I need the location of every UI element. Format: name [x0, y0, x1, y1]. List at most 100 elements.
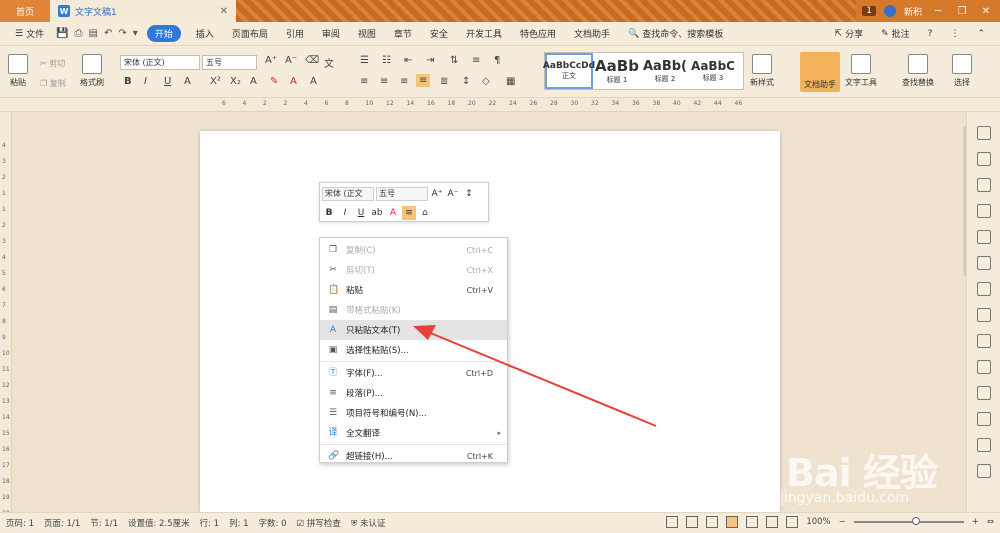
image-icon[interactable]: [977, 308, 991, 322]
tab-home[interactable]: 首页: [0, 0, 50, 22]
bold-icon[interactable]: B: [124, 76, 132, 87]
italic-icon[interactable]: I: [338, 206, 352, 220]
superscript-icon[interactable]: X²: [210, 76, 221, 87]
underline-icon[interactable]: U: [164, 76, 171, 87]
italic-icon[interactable]: I: [144, 76, 147, 87]
status-words[interactable]: 字数: 0: [259, 517, 287, 529]
tab-section[interactable]: 章节: [385, 27, 421, 40]
file-menu[interactable]: ☰ 文件: [6, 27, 53, 41]
shrink-font-icon[interactable]: A⁻: [285, 55, 297, 66]
style-normal[interactable]: AaBbCcDd 正文: [543, 53, 595, 89]
outline-view-icon[interactable]: [746, 516, 759, 528]
copy-icon[interactable]: [977, 334, 991, 348]
minimize-icon[interactable]: ─: [930, 6, 946, 17]
menu-item-translate[interactable]: 译 全文翻译 ▸: [320, 423, 507, 443]
fullscreen-view-icon[interactable]: [666, 516, 679, 528]
tab-features[interactable]: 特色应用: [511, 27, 565, 40]
fit-icon[interactable]: ⇔: [987, 517, 994, 527]
picture-icon[interactable]: [977, 438, 991, 452]
redo-icon[interactable]: ↷: [115, 28, 129, 39]
clear-format-icon[interactable]: ⌫: [305, 55, 319, 66]
preview-icon[interactable]: ▤: [86, 28, 101, 39]
outdent-icon[interactable]: ⇤: [404, 55, 412, 66]
tab-view[interactable]: 视图: [349, 27, 385, 40]
menu-item-paste[interactable]: 📋 粘贴 Ctrl+V: [320, 280, 507, 300]
format-painter-icon[interactable]: ⌂: [418, 206, 432, 220]
status-pages[interactable]: 页面: 1/1: [44, 517, 80, 529]
status-auth[interactable]: ⛨ 未认证: [351, 517, 386, 529]
tab-doc-assistant[interactable]: 文档助手: [565, 27, 619, 40]
vertical-ruler[interactable]: 43211234567891011121314151617181920: [0, 112, 12, 517]
print-icon[interactable]: ⎙: [72, 28, 86, 39]
close-tab-icon[interactable]: ✕: [220, 6, 228, 17]
text-effect-icon[interactable]: A: [250, 76, 257, 87]
bold-icon[interactable]: B: [322, 206, 336, 220]
document-icon[interactable]: [977, 360, 991, 374]
zoom-slider-knob[interactable]: [911, 517, 920, 525]
underline-icon[interactable]: U: [354, 206, 368, 220]
new-style-button[interactable]: 新样式: [750, 54, 774, 88]
numbering-icon[interactable]: ☷: [382, 55, 391, 66]
subscript-icon[interactable]: X₂: [230, 76, 241, 87]
paste-button[interactable]: 粘贴: [8, 54, 28, 88]
chart-icon[interactable]: [977, 204, 991, 218]
doc-assistant-button[interactable]: 文档助手: [800, 52, 840, 92]
line-spacing-icon[interactable]: ↕: [462, 187, 476, 201]
user-name[interactable]: 新积: [904, 5, 922, 18]
strikethrough-icon[interactable]: A: [184, 76, 191, 87]
align-left-icon[interactable]: ≡: [360, 76, 368, 87]
write-view-icon[interactable]: [706, 516, 719, 528]
close-window-icon[interactable]: ✕: [978, 6, 994, 17]
edit-icon[interactable]: [977, 126, 991, 140]
line-spacing-icon[interactable]: ≡: [472, 55, 480, 66]
avatar[interactable]: [883, 5, 896, 17]
font-size-select[interactable]: 五号: [202, 55, 257, 70]
find-replace-button[interactable]: 查找替换: [902, 54, 934, 88]
save-icon[interactable]: 💾: [53, 28, 71, 39]
search-command[interactable]: 🔍 查找命令、搜索模板: [619, 27, 732, 41]
menu-item-hyperlink[interactable]: 🔗 超链接(H)... Ctrl+K: [320, 446, 507, 466]
tab-start[interactable]: 开始: [146, 25, 181, 42]
settings-icon[interactable]: [977, 282, 991, 296]
menu-item-cut[interactable]: ✂ 剪切(T) Ctrl+X: [320, 260, 507, 280]
shapes-icon[interactable]: [977, 178, 991, 192]
library-icon[interactable]: [977, 412, 991, 426]
eye-protect-icon[interactable]: [786, 516, 799, 528]
status-col[interactable]: 列: 1: [229, 517, 248, 529]
maximize-icon[interactable]: ❐: [954, 6, 970, 17]
borders-icon[interactable]: ▦: [506, 76, 515, 87]
format-painter-button[interactable]: 格式刷: [80, 54, 104, 88]
pinyin-icon[interactable]: 文: [324, 55, 334, 70]
align-center-icon[interactable]: ≡: [380, 76, 388, 87]
cut-button[interactable]: ✂ 剪切: [40, 58, 65, 69]
tab-page-layout[interactable]: 页面布局: [223, 27, 277, 40]
menu-item-paste-with-format[interactable]: ▤ 带格式粘贴(K): [320, 300, 507, 320]
distribute-icon[interactable]: ≣: [440, 76, 448, 87]
undo-icon[interactable]: ↶: [101, 28, 115, 39]
line-spacing-2-icon[interactable]: ↕: [462, 76, 470, 87]
tab-insert[interactable]: 插入: [187, 27, 223, 40]
web-view-icon[interactable]: [766, 516, 779, 528]
menu-item-copy[interactable]: ❐ 复制(C) Ctrl+C: [320, 240, 507, 260]
status-row[interactable]: 行: 1: [200, 517, 219, 529]
align-icon[interactable]: ≡: [402, 205, 416, 220]
highlight-icon[interactable]: ✎: [270, 76, 278, 87]
status-setting[interactable]: 设置值: 2.5厘米: [128, 517, 190, 529]
mini-font-name-select[interactable]: 宋体 (正文: [322, 186, 374, 201]
show-marks-icon[interactable]: ¶: [494, 55, 500, 66]
status-section[interactable]: 节: 1/1: [90, 517, 118, 529]
tab-references[interactable]: 引用: [277, 27, 313, 40]
select-button[interactable]: 选择: [952, 54, 972, 88]
menu-item-paste-special[interactable]: ▣ 选择性粘贴(S)...: [320, 340, 507, 360]
style-heading-2[interactable]: AaBb( 标题 2: [641, 53, 689, 89]
dropdown-icon[interactable]: ▾: [130, 28, 141, 39]
layers-icon[interactable]: [977, 256, 991, 270]
comment-button[interactable]: ✎ 批注: [872, 27, 919, 41]
menu-item-bullets-numbering[interactable]: ☰ 项目符号和编号(N)...: [320, 403, 507, 423]
zoom-in-icon[interactable]: +: [972, 517, 979, 527]
highlight-icon[interactable]: ab: [370, 206, 384, 220]
shield-icon[interactable]: [977, 464, 991, 478]
text-tools-button[interactable]: 文字工具: [845, 54, 877, 88]
collapse-ribbon-icon[interactable]: ⌃: [968, 29, 994, 39]
copy-button[interactable]: ❐ 复制: [40, 78, 66, 89]
